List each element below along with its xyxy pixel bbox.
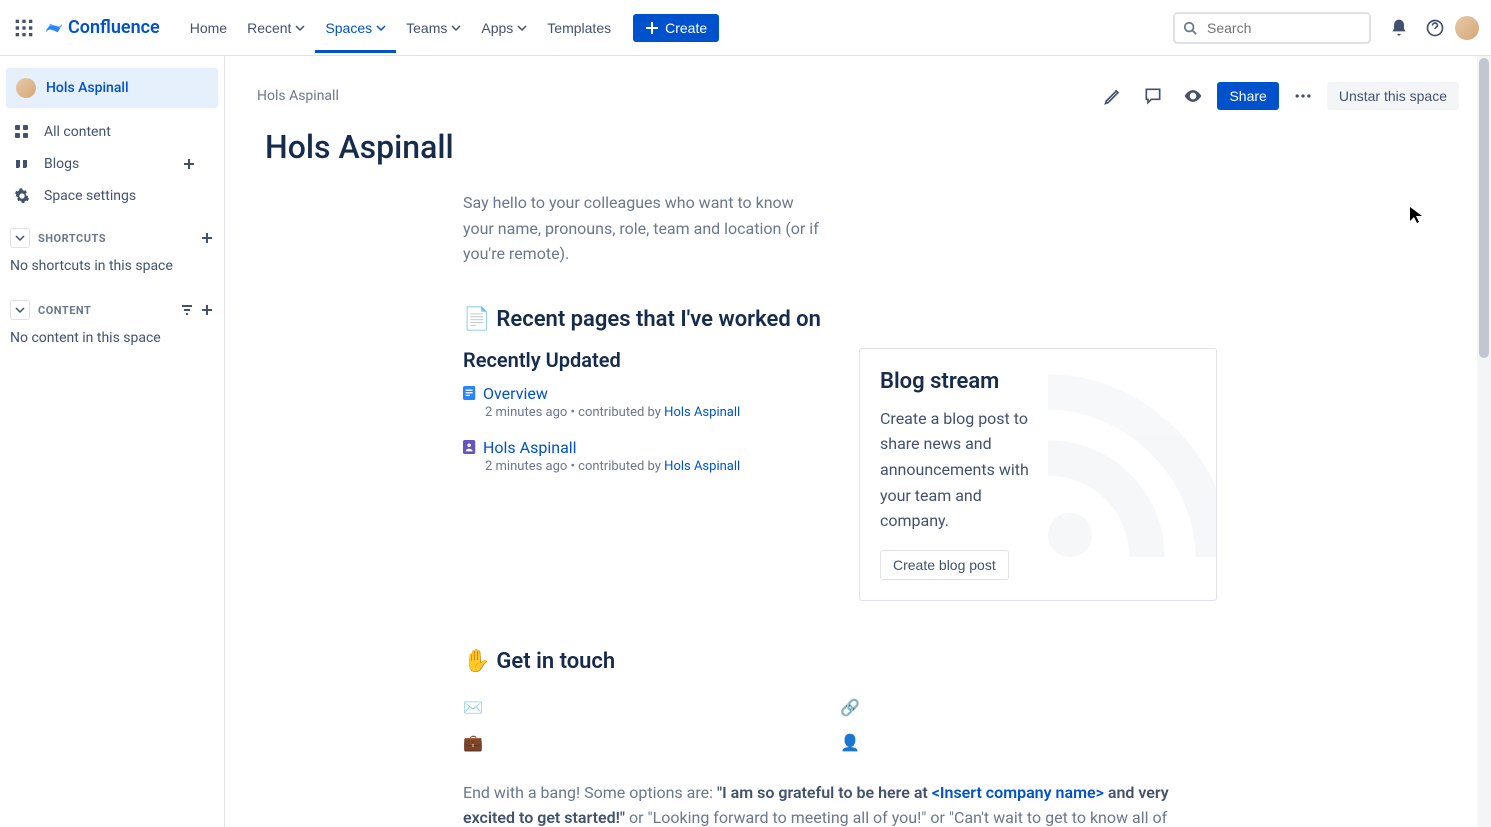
search-icon (1183, 21, 1197, 35)
breadcrumb[interactable]: Hols Aspinall (257, 88, 339, 104)
sidebar-space-name[interactable]: Hols Aspinall (6, 68, 218, 108)
nav-templates[interactable]: Templates (537, 14, 621, 42)
blog-stream-card: Blog stream Create a blog post to share … (859, 348, 1217, 601)
sidebar-space-settings[interactable]: Space settings (0, 180, 224, 212)
nav-items: Home Recent Spaces Teams Apps Templates … (180, 3, 719, 53)
contact-email-icon: ✉️ (463, 690, 840, 725)
chevron-down-icon (295, 23, 305, 33)
space-icon (463, 439, 477, 455)
page-emoji-icon: 📄 (463, 307, 490, 332)
watch-icon[interactable] (1177, 80, 1209, 112)
avatar[interactable] (1455, 16, 1479, 40)
notifications-icon[interactable] (1383, 12, 1415, 44)
closing-text: End with a bang! Some options are: "I am… (463, 780, 1217, 827)
help-icon[interactable] (1419, 12, 1451, 44)
brand-label: Confluence (68, 17, 160, 38)
collapse-icon[interactable] (10, 300, 30, 320)
contact-link-icon: 🔗 (840, 690, 1217, 725)
cursor-icon (1409, 206, 1423, 228)
page-icon (463, 385, 477, 401)
chevron-down-icon (376, 23, 386, 33)
nav-recent[interactable]: Recent (237, 14, 315, 42)
contact-briefcase-icon: 💼 (463, 725, 840, 760)
recent-pages-heading: 📄 Recent pages that I've worked on (463, 307, 1217, 332)
breadcrumb-row: Hols Aspinall Share Unstar this space (257, 80, 1459, 112)
add-shortcut-icon[interactable] (200, 231, 214, 245)
search-box (1173, 12, 1371, 44)
collapse-icon[interactable] (10, 228, 30, 248)
sidebar-content-header[interactable]: CONTENT (0, 296, 224, 324)
plus-icon (645, 21, 659, 35)
more-actions-icon[interactable] (1287, 80, 1319, 112)
recent-item-link[interactable]: Hols Aspinall (463, 438, 831, 457)
edit-icon[interactable] (1097, 80, 1129, 112)
quote-icon (14, 156, 30, 172)
blog-card-title: Blog stream (880, 369, 1196, 394)
contact-grid: ✉️ 🔗 💼 👤 (463, 690, 1217, 760)
sidebar-shortcuts-header[interactable]: SHORTCUTS (0, 224, 224, 252)
sidebar-all-content[interactable]: All content (0, 116, 224, 148)
unstar-button[interactable]: Unstar this space (1327, 82, 1459, 110)
main-content: Hols Aspinall Share Unstar this space Ho… (225, 56, 1491, 827)
recent-item: Overview 2 minutes ago • contributed by … (463, 384, 831, 420)
search-input[interactable] (1173, 12, 1371, 44)
contact-person-icon: 👤 (840, 725, 1217, 760)
confluence-logo[interactable]: Confluence (44, 17, 160, 38)
recent-item-meta: 2 minutes ago • contributed by Hols Aspi… (463, 459, 831, 474)
chevron-down-icon (451, 23, 461, 33)
hand-emoji-icon: ✋ (463, 649, 490, 674)
comment-icon[interactable] (1137, 80, 1169, 112)
create-blog-post-button[interactable]: Create blog post (880, 550, 1009, 580)
gear-icon (14, 188, 30, 204)
recently-updated-heading: Recently Updated (463, 348, 831, 372)
share-button[interactable]: Share (1217, 82, 1278, 110)
app-switcher-icon[interactable] (12, 16, 36, 40)
create-button[interactable]: Create (633, 14, 719, 42)
nav-apps[interactable]: Apps (471, 14, 537, 42)
author-link[interactable]: Hols Aspinall (664, 459, 740, 474)
add-content-icon[interactable] (200, 303, 214, 317)
intro-text: Say hello to your colleagues who want to… (463, 190, 823, 267)
page-title: Hols Aspinall (257, 128, 1459, 166)
page-actions: Share Unstar this space (1097, 80, 1459, 112)
recent-item: Hols Aspinall 2 minutes ago • contribute… (463, 438, 831, 474)
author-link[interactable]: Hols Aspinall (664, 405, 740, 420)
content-empty-text: No content in this space (0, 324, 224, 352)
add-blog-icon[interactable] (182, 157, 196, 171)
nav-home[interactable]: Home (180, 14, 237, 42)
scrollbar-thumb[interactable] (1479, 58, 1489, 358)
recent-item-meta: 2 minutes ago • contributed by Hols Aspi… (463, 405, 831, 420)
grid-icon (14, 124, 30, 140)
top-nav: Confluence Home Recent Spaces Teams Apps… (0, 0, 1491, 56)
nav-spaces[interactable]: Spaces (315, 3, 396, 53)
blog-card-text: Create a blog post to share news and ann… (880, 406, 1040, 534)
filter-icon[interactable] (180, 303, 194, 317)
space-avatar (16, 78, 36, 98)
sidebar-blogs[interactable]: Blogs (0, 148, 224, 180)
get-in-touch-heading: ✋ Get in touch (463, 649, 1217, 674)
nav-teams[interactable]: Teams (396, 14, 471, 42)
recent-item-link[interactable]: Overview (463, 384, 831, 403)
shortcuts-empty-text: No shortcuts in this space (0, 252, 224, 280)
sidebar: Hols Aspinall All content Blogs Space se… (0, 56, 225, 827)
chevron-down-icon (517, 23, 527, 33)
company-name-placeholder[interactable]: <Insert company name> (932, 783, 1104, 802)
